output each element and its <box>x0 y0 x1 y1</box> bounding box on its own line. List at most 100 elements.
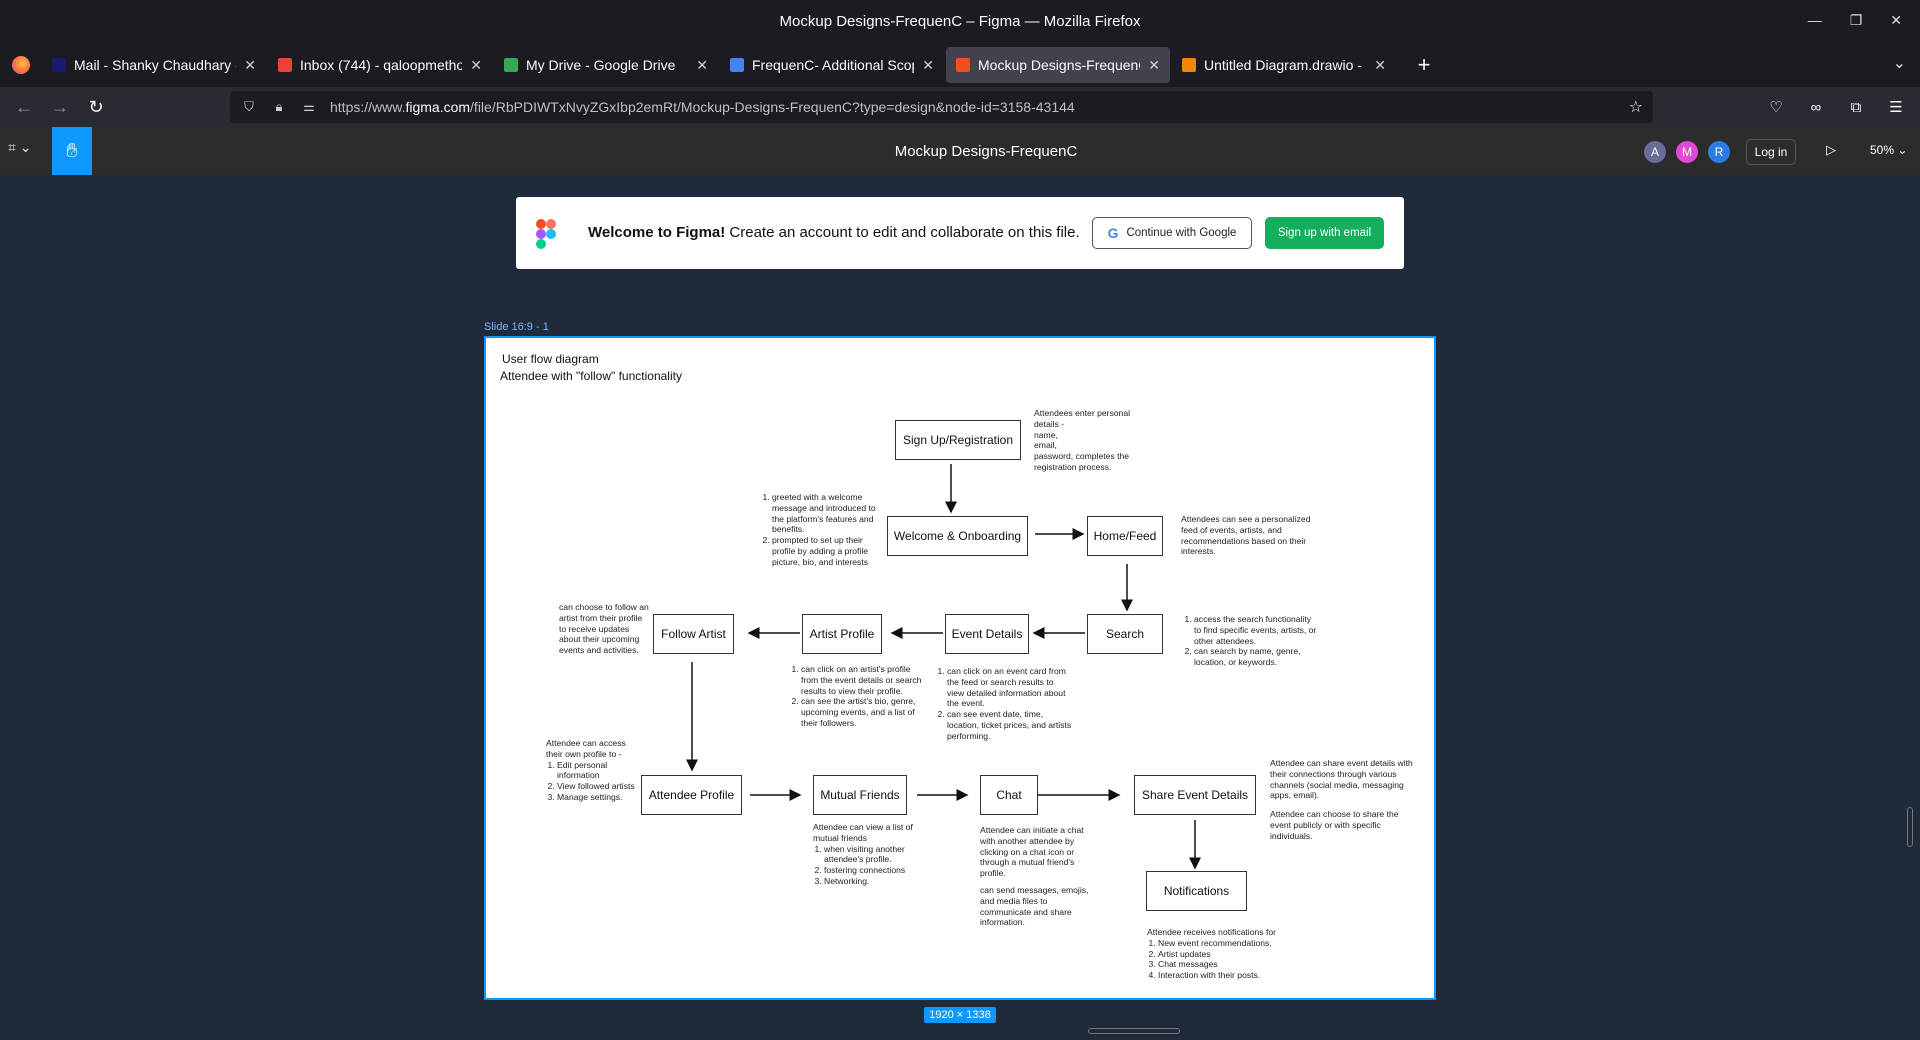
note-item: Artist updates <box>1158 949 1297 960</box>
tracking-shield-icon[interactable]: ⛉ <box>238 99 260 115</box>
note-item: access the search functionality to find … <box>1194 614 1319 646</box>
close-tab-icon[interactable]: ✕ <box>1374 57 1386 74</box>
docs-favicon-icon <box>730 58 744 72</box>
continue-with-google-button[interactable]: G Continue with Google <box>1092 217 1252 249</box>
avatar[interactable]: M <box>1676 141 1698 163</box>
avatar-letter: R <box>1714 145 1724 159</box>
restore-icon[interactable]: ❐ <box>1850 12 1863 29</box>
tab-label: Inbox (744) - qaloopmetho <box>300 57 463 73</box>
close-window-icon[interactable]: ✕ <box>1890 12 1902 29</box>
tab-inbox[interactable]: Inbox (744) - qaloopmetho ✕ <box>268 47 492 83</box>
pocket-icon[interactable]: ♡ <box>1762 91 1790 123</box>
slide-frame[interactable]: User flow diagram Attendee with "follow"… <box>484 336 1436 1000</box>
google-g-icon: G <box>1107 225 1119 241</box>
tab-figma-active[interactable]: Mockup Designs-FrequenC ✕ <box>946 47 1170 83</box>
present-play-icon[interactable]: ▷ <box>1826 142 1836 158</box>
tab-drive[interactable]: My Drive - Google Drive ✕ <box>494 47 718 83</box>
permissions-icon[interactable]: ⚌ <box>298 99 320 115</box>
figma-canvas[interactable]: Welcome to Figma! Create an account to e… <box>0 175 1920 1040</box>
note-item: can click on an artist's profile from th… <box>801 664 926 696</box>
tab-label: Untitled Diagram.drawio - <box>1204 57 1362 73</box>
note-signup: Attendees enter personal details - name,… <box>1034 408 1131 472</box>
figma-logo-icon <box>536 219 556 249</box>
node-attendee-profile: Attendee Profile <box>641 775 742 815</box>
url-prefix: https://www. <box>330 99 406 115</box>
forward-icon[interactable]: → <box>42 91 78 123</box>
google-button-label: Continue with Google <box>1126 227 1237 239</box>
node-follow-artist: Follow Artist <box>653 614 734 654</box>
extensions-puzzle-icon[interactable]: ⧉ <box>1842 91 1870 123</box>
vertical-scrollbar[interactable] <box>1907 807 1913 847</box>
firefox-view-icon[interactable] <box>0 43 42 87</box>
window-titlebar: Mockup Designs-FrequenC – Figma — Mozill… <box>0 0 1920 43</box>
mail-favicon-icon <box>52 58 66 72</box>
bookmark-star-icon[interactable]: ☆ <box>1629 97 1643 117</box>
node-event-details: Event Details <box>945 614 1029 654</box>
tab-docs[interactable]: FrequenC- Additional Scop ✕ <box>720 47 944 83</box>
note-item: fostering connections <box>824 865 929 876</box>
note-item: can search by name, genre, location, or … <box>1194 646 1319 668</box>
note-item: Networking. <box>824 876 929 887</box>
note-item: can click on an event card from the feed… <box>947 666 1072 709</box>
list-all-tabs-icon[interactable]: ⌄ <box>1893 53 1906 73</box>
address-bar[interactable]: ⛉ 🔒︎ ⚌ https://www.figma.com/file/RbPDIW… <box>230 91 1653 123</box>
sign-up-email-button[interactable]: Sign up with email <box>1265 217 1384 249</box>
minimize-icon[interactable]: — <box>1808 12 1822 29</box>
close-tab-icon[interactable]: ✕ <box>1148 57 1160 74</box>
note-welcome: greeted with a welcome message and intro… <box>761 492 877 568</box>
tab-mail[interactable]: Mail - Shanky Chaudhary - ✕ <box>42 47 266 83</box>
node-search: Search <box>1087 614 1163 654</box>
note-item: Edit personal information <box>557 760 644 782</box>
welcome-banner: Welcome to Figma! Create an account to e… <box>516 197 1404 269</box>
hamburger-menu-icon[interactable]: ☰ <box>1882 91 1910 123</box>
url-text[interactable]: https://www.figma.com/file/RbPDIWTxNvyZG… <box>330 99 1075 115</box>
tab-label: Mockup Designs-FrequenC <box>978 57 1141 73</box>
tab-label: My Drive - Google Drive <box>526 57 676 73</box>
new-tab-icon[interactable]: + <box>1408 49 1440 81</box>
drawio-favicon-icon <box>1182 58 1196 72</box>
zoom-dropdown[interactable]: 50% ⌄ <box>1870 143 1907 157</box>
node-welcome: Welcome & Onboarding <box>887 516 1028 556</box>
avatar[interactable]: A <box>1644 141 1666 163</box>
avatar[interactable]: R <box>1708 141 1730 163</box>
node-signup: Sign Up/Registration <box>895 420 1021 460</box>
note-artist: can click on an artist's profile from th… <box>790 664 926 729</box>
navigation-toolbar: ← → ↻ ⛉ 🔒︎ ⚌ https://www.figma.com/file/… <box>0 87 1920 127</box>
login-button[interactable]: Log in <box>1746 139 1796 165</box>
note-event: can click on an event card from the feed… <box>936 666 1072 742</box>
url-path: /file/RbPDIWTxNvyZGxIbp2emRt/Mockup-Desi… <box>470 99 1075 115</box>
reload-icon[interactable]: ↻ <box>78 91 114 123</box>
avatar-letter: M <box>1682 145 1692 159</box>
figma-favicon-icon <box>956 58 970 72</box>
tab-label: FrequenC- Additional Scop <box>752 57 915 73</box>
back-icon[interactable]: ← <box>6 91 42 123</box>
note-attendee: Attendee can access their own profile to… <box>546 738 644 803</box>
note-para: can send messages, emojis, and media fil… <box>980 884 1089 928</box>
frame-label[interactable]: Slide 16:9 - 1 <box>484 321 549 333</box>
node-chat: Chat <box>980 775 1038 815</box>
note-item: greeted with a welcome message and intro… <box>772 492 877 535</box>
window-title: Mockup Designs-FrequenC – Figma — Mozill… <box>779 13 1141 30</box>
note-item: prompted to set up their profile by addi… <box>772 535 877 567</box>
note-follow: can choose to follow an artist from thei… <box>559 602 649 656</box>
tab-drawio[interactable]: Untitled Diagram.drawio - ✕ <box>1172 47 1396 83</box>
close-tab-icon[interactable]: ✕ <box>470 57 482 74</box>
close-tab-icon[interactable]: ✕ <box>244 57 256 74</box>
note-para: Attendee can initiate a chat with anothe… <box>980 825 1084 879</box>
close-tab-icon[interactable]: ✕ <box>696 57 708 74</box>
avatar-letter: A <box>1650 145 1659 159</box>
note-item: New event recommendations, <box>1158 938 1297 949</box>
note-item: can see the artist's bio, genre, upcomin… <box>801 696 926 728</box>
figma-toolbar: ⌗ ⌄ ✋︎ Mockup Designs-FrequenC A M R Log… <box>0 127 1920 175</box>
node-share-event: Share Event Details <box>1134 775 1256 815</box>
note-search: access the search functionality to find … <box>1183 614 1319 668</box>
node-artist-profile: Artist Profile <box>802 614 882 654</box>
drive-favicon-icon <box>504 58 518 72</box>
lock-icon[interactable]: 🔒︎ <box>268 99 290 115</box>
note-item: Chat messages <box>1158 959 1297 970</box>
extension-glasses-icon[interactable]: ∞ <box>1802 91 1830 123</box>
note-item: Manage settings. <box>557 792 644 803</box>
url-host: figma.com <box>405 99 471 115</box>
horizontal-scrollbar[interactable] <box>1088 1028 1180 1034</box>
close-tab-icon[interactable]: ✕ <box>922 57 934 74</box>
